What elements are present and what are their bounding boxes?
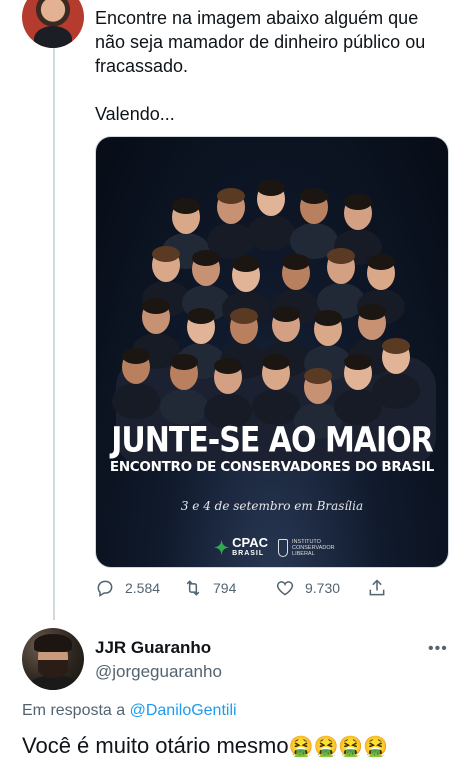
person-hair xyxy=(358,304,386,320)
person-hair xyxy=(217,188,245,204)
person-hair xyxy=(187,308,215,324)
reply-text-body: Você é muito otário mesmo xyxy=(22,733,289,758)
reply-icon xyxy=(97,580,113,597)
person-body xyxy=(112,383,160,419)
icl-logo: INSTITUTO CONSERVADOR LIBERAL xyxy=(277,539,348,557)
person-body xyxy=(247,215,295,251)
person-hair xyxy=(282,254,310,270)
cpac-logo-sub: BRASIL xyxy=(232,550,265,557)
shield-icon xyxy=(277,539,289,557)
person-hair xyxy=(122,348,150,364)
person-hair xyxy=(262,354,290,370)
author-avatar[interactable] xyxy=(22,0,84,48)
share-icon xyxy=(369,579,385,596)
heart-icon xyxy=(276,581,294,596)
tweet-line: Valendo... xyxy=(95,104,175,124)
person-hair xyxy=(300,188,328,204)
retweet-button[interactable]: 794 xyxy=(183,578,236,598)
person-hair xyxy=(230,308,258,324)
tweet-line: não seja mamador de dinheiro público ou xyxy=(95,32,426,52)
person-hair xyxy=(214,358,242,374)
person-hair xyxy=(170,354,198,370)
like-count: 9.730 xyxy=(305,580,341,596)
reply-context-prefix: Em resposta a xyxy=(22,702,126,719)
tweet-text: Encontre na imagem abaixo alguém que não… xyxy=(95,6,445,126)
tweet-line: fracassado. xyxy=(95,56,189,76)
reply-author-name[interactable]: JJR Guaranho xyxy=(95,638,211,658)
person-hair xyxy=(142,298,170,314)
cpac-logo: ✦ CPAC BRASIL xyxy=(214,536,268,559)
person-hair xyxy=(172,198,200,214)
poster-logos: ✦ CPAC BRASIL INSTITUTO CONSERVADOR LIBER… xyxy=(214,536,348,559)
person-hair xyxy=(272,306,300,322)
retweet-count: 794 xyxy=(213,580,237,596)
reply-mention-link[interactable]: @DaniloGentili xyxy=(130,702,237,719)
person-hair xyxy=(344,354,372,370)
thread-line xyxy=(53,48,55,620)
nauseated-face-emojis: 🤮🤮🤮🤮 xyxy=(288,736,389,758)
reply-author-handle[interactable]: @jorgeguaranho xyxy=(95,662,222,682)
person-hair xyxy=(304,368,332,384)
reply-context: Em resposta a @DaniloGentili xyxy=(22,702,237,720)
person-hair xyxy=(382,338,410,354)
retweet-icon xyxy=(186,580,200,596)
person-hair xyxy=(344,194,372,210)
person-hair xyxy=(192,250,220,266)
tweet-media-image[interactable]: JUNTE-SE AO MAIOR ENCONTRO DE CONSERVADO… xyxy=(95,136,449,568)
person-hair xyxy=(367,254,395,270)
reply-text: Você é muito otário mesmo🤮🤮🤮🤮 xyxy=(22,733,388,759)
star-icon: ✦ xyxy=(214,537,230,558)
tweet-actions: 2.584 794 9.730 xyxy=(95,578,395,602)
icl-logo-text: INSTITUTO CONSERVADOR LIBERAL xyxy=(292,539,335,557)
poster-dateline: 3 e 4 de setembro em Brasília xyxy=(180,499,364,513)
poster-headline: JUNTE-SE AO MAIOR xyxy=(111,420,434,461)
person-hair xyxy=(257,180,285,196)
reply-count: 2.584 xyxy=(125,580,161,596)
person-hair xyxy=(327,248,355,264)
reply-author-avatar[interactable] xyxy=(22,628,84,690)
reply-button[interactable]: 2.584 xyxy=(95,578,160,598)
person-hair xyxy=(232,256,260,272)
like-button[interactable]: 9.730 xyxy=(275,578,340,598)
person-hair xyxy=(314,310,342,326)
poster-subline: ENCONTRO DE CONSERVADORES DO BRASIL xyxy=(109,459,435,475)
more-options-icon[interactable]: ••• xyxy=(428,640,448,658)
tweet-line: Encontre na imagem abaixo alguém que xyxy=(95,8,419,28)
share-button[interactable] xyxy=(367,578,387,598)
person-hair xyxy=(152,246,180,262)
